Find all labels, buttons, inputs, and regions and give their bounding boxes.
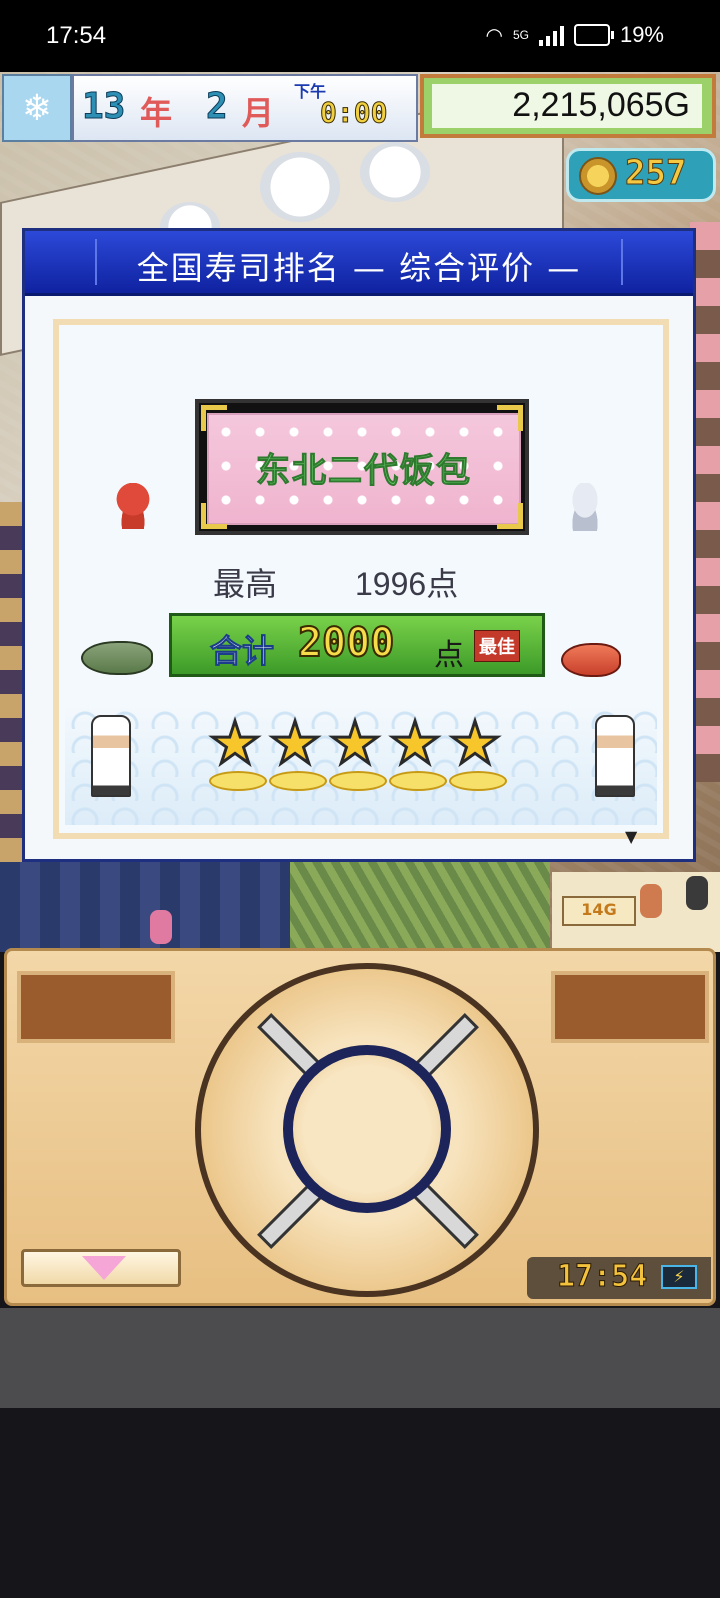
star-icon: ★: [268, 708, 323, 779]
coin-icon: [579, 157, 617, 195]
left-shops: [0, 502, 24, 882]
shop-name: 东北二代饭包: [256, 451, 472, 492]
star-icon: ★: [328, 708, 383, 779]
status-icons: ◠ 5G 19%: [485, 22, 664, 48]
medal-counter[interactable]: 257: [566, 148, 716, 202]
charging-battery-icon: ⚡: [661, 1265, 697, 1289]
best-value: 1996点: [355, 566, 459, 602]
year-unit: 年: [140, 94, 173, 132]
status-bar: 17:54 ◠ 5G 19%: [0, 0, 720, 72]
star-icon: ★: [388, 708, 443, 779]
year-number: 13: [81, 86, 126, 128]
total-label: 合计: [209, 632, 275, 671]
frame-corner: [497, 405, 523, 431]
best-label: 最高: [213, 565, 278, 603]
money-panel[interactable]: 2,215,065G: [420, 74, 716, 138]
battery-percent: 19%: [619, 22, 664, 47]
month-unit: 月: [242, 94, 275, 132]
wifi-icon: ◠: [485, 24, 503, 47]
customer-sprite: [640, 884, 662, 918]
bottom-panel: [0, 1308, 720, 1408]
dpad[interactable]: [195, 963, 539, 1297]
customer-sprite: [150, 910, 172, 944]
right-action-button[interactable]: [551, 971, 709, 1043]
frame-corner: [497, 503, 523, 529]
fish-icon: [81, 641, 153, 675]
network-type: 5G: [512, 28, 529, 42]
virtual-controller: 17:54 ⚡: [4, 948, 716, 1306]
snow-tree: [260, 152, 340, 222]
total-score-bar: 合计 2000 点 最佳: [169, 613, 545, 677]
chef-icon: [91, 715, 131, 797]
dpad-center-button[interactable]: [283, 1045, 451, 1213]
price-tag: 14G: [562, 896, 636, 926]
snapper-icon: [561, 643, 621, 677]
octopus-icon: [113, 483, 153, 529]
dialog-title: 全国寿司排名 — 综合评价 —: [136, 249, 582, 287]
ranking-dialog[interactable]: 全国寿司排名 — 综合评价 — 东北二代饭包 最高 1996点 合计 2000 …: [22, 228, 696, 862]
money-value: 2,215,065G: [512, 86, 690, 124]
left-action-button[interactable]: [17, 971, 175, 1043]
garden: [290, 862, 550, 952]
squid-icon: [563, 483, 607, 531]
customer-sprite: [686, 876, 708, 910]
month-number: 2: [206, 86, 229, 128]
date-panel[interactable]: 13 年 2 月 下午 0:00: [72, 74, 418, 142]
frame-corner: [201, 405, 227, 431]
star-icon: ★: [448, 708, 503, 779]
controller-time: 17:54: [556, 1259, 648, 1295]
snow-tree: [360, 142, 430, 202]
game-clock: 0:00: [319, 96, 388, 130]
menu-toggle-button[interactable]: [21, 1249, 181, 1287]
total-unit: 点: [434, 638, 464, 673]
money-panel-inner: 2,215,065G: [432, 84, 702, 128]
chef-icon: [595, 715, 635, 797]
frame-corner: [201, 503, 227, 529]
total-value: 2000: [297, 619, 395, 667]
signal-icon: [538, 24, 564, 46]
best-badge: 最佳: [474, 630, 520, 662]
controller-clock: 17:54 ⚡: [527, 1257, 711, 1299]
star-rating: ★ ★ ★ ★ ★: [208, 708, 509, 797]
shop-nameplate: 东北二代饭包: [195, 399, 529, 535]
down-triangle-icon: [82, 1256, 126, 1280]
battery-icon: [573, 24, 614, 46]
nameplate-inner: 东北二代饭包: [207, 413, 521, 525]
medal-count: 257: [624, 153, 687, 194]
next-arrow-icon[interactable]: ▼: [625, 827, 637, 846]
dialog-header: 全国寿司排名 — 综合评价 —: [25, 231, 693, 296]
weather-snow-icon: ❄: [2, 74, 72, 142]
star-icon: ★: [208, 708, 263, 779]
status-time: 17:54: [46, 22, 107, 49]
